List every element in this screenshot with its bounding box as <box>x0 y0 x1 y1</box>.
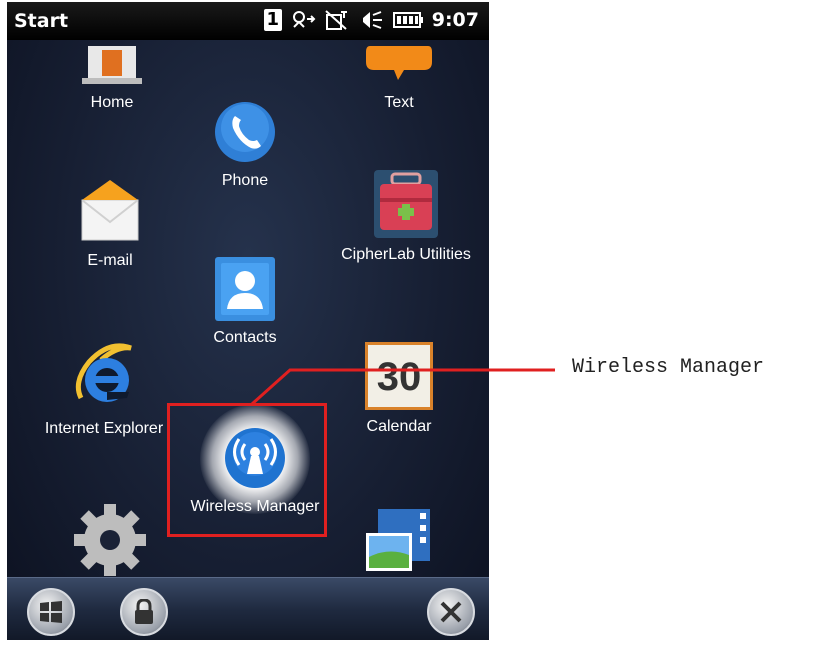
status-icons: 1 9:07 <box>263 9 479 31</box>
connectivity-icon[interactable] <box>290 9 316 31</box>
app-label-email: E-mail <box>87 252 133 269</box>
app-tile-contacts[interactable]: Contacts <box>180 257 310 347</box>
app-tile-text[interactable]: Text <box>334 46 464 112</box>
app-label-internet-explorer: Internet Explorer <box>44 420 164 437</box>
email-icon <box>81 180 139 241</box>
app-label-home: Home <box>90 94 134 111</box>
notification-badge[interactable]: 1 <box>263 9 282 31</box>
start-button[interactable] <box>27 588 75 636</box>
app-tile-pictures-videos[interactable] <box>334 507 464 585</box>
windows-start-icon <box>40 601 62 623</box>
app-tile-phone[interactable]: Phone <box>180 100 310 190</box>
app-tile-cipherlab-utilities[interactable]: CipherLab Utilities <box>331 170 481 264</box>
app-label-phone: Phone <box>221 172 269 189</box>
status-bar: Start 1 9:07 <box>7 2 489 40</box>
close-button[interactable] <box>427 588 475 636</box>
app-tile-home[interactable]: Home <box>47 46 177 112</box>
app-label-cipherlab-utilities: CipherLab Utilities <box>341 246 471 263</box>
contacts-icon <box>215 257 275 321</box>
calendar-icon: 30 <box>365 342 433 410</box>
app-label-contacts: Contacts <box>213 329 277 346</box>
pictures-videos-icon <box>366 509 430 571</box>
highlight-box <box>167 403 327 537</box>
toolbox-icon <box>374 170 438 238</box>
battery-icon[interactable] <box>392 9 424 31</box>
signal-off-icon[interactable] <box>324 9 350 31</box>
app-tile-internet-explorer[interactable]: Internet Explorer <box>29 342 179 438</box>
volume-muted-icon[interactable] <box>358 9 384 31</box>
phone-icon <box>215 102 275 162</box>
device-screen: Start 1 9:07 Home Text Phone E-mail Ciph… <box>7 2 489 640</box>
clock[interactable]: 9:07 <box>432 9 479 31</box>
home-icon <box>82 46 142 84</box>
app-tile-email[interactable]: E-mail <box>45 180 175 270</box>
lock-icon <box>135 599 153 624</box>
text-message-icon <box>366 46 432 80</box>
close-icon <box>440 601 462 623</box>
settings-gear-icon <box>74 504 146 576</box>
app-label-text: Text <box>384 94 414 111</box>
app-tile-settings[interactable] <box>45 500 175 588</box>
callout-label: Wireless Manager <box>572 356 765 379</box>
app-label-calendar: Calendar <box>366 418 432 435</box>
internet-explorer-icon <box>75 343 132 402</box>
taskbar <box>7 577 489 640</box>
start-title[interactable]: Start <box>14 10 68 32</box>
app-tile-calendar[interactable]: 30 Calendar <box>334 342 464 436</box>
lock-button[interactable] <box>120 588 168 636</box>
calendar-day: 30 <box>376 355 422 399</box>
